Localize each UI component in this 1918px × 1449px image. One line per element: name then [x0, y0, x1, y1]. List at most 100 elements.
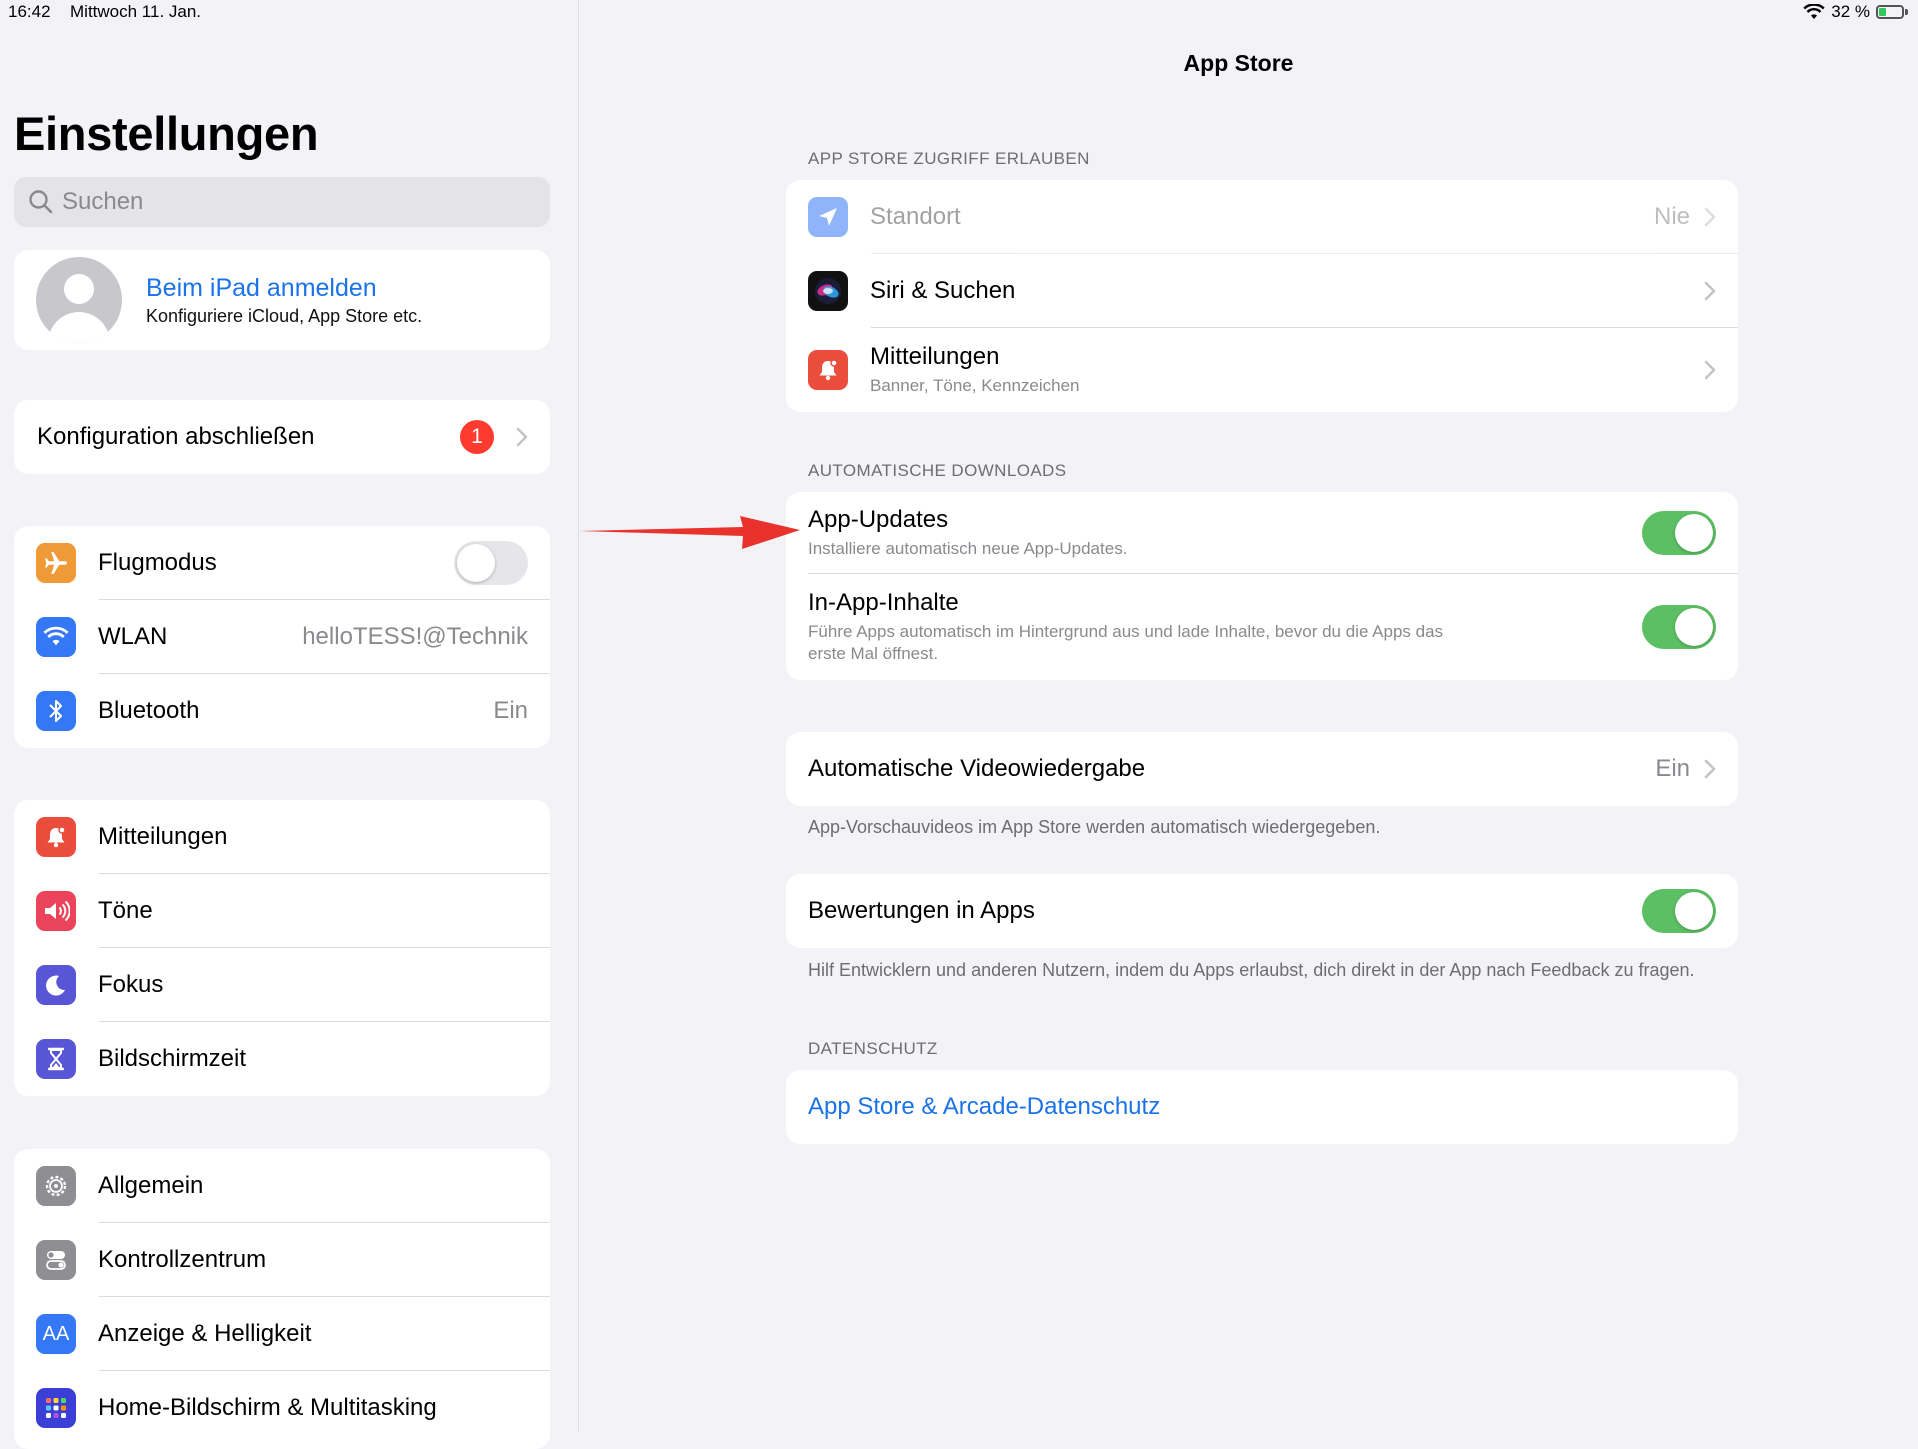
airplane-mode-toggle[interactable]: [454, 541, 528, 585]
mitteilungen-label: Mitteilungen: [870, 343, 1000, 370]
sidebar-item-label: WLAN: [98, 623, 168, 650]
sidebar-item-label: Fokus: [98, 971, 164, 998]
sidebar-item-mitteilungen[interactable]: Mitteilungen: [14, 800, 550, 874]
chevron-right-icon: [1704, 281, 1716, 301]
app-updates-subtitle: Installiere automatisch neue App-Updates…: [808, 539, 1128, 558]
notifications-group: Mitteilungen Töne Fokus Bildschirmzeit: [14, 800, 550, 1096]
sidebar-item-label: Bildschirmzeit: [98, 1045, 247, 1072]
chevron-right-icon: [516, 427, 528, 447]
sidebar-item-label: Bluetooth: [98, 697, 200, 724]
grid-icon: [36, 1388, 76, 1428]
status-time: 16:42: [8, 2, 51, 21]
battery-tip: [1905, 9, 1908, 15]
status-date: Mittwoch 11. Jan.: [70, 2, 202, 21]
profile-subtitle: Konfiguriere iCloud, App Store etc.: [146, 306, 423, 326]
chevron-right-icon: [1704, 207, 1716, 227]
switches-icon: [36, 1240, 76, 1280]
sidebar-item-label: Allgemein: [98, 1172, 204, 1199]
sidebar-item-label: Mitteilungen: [98, 823, 228, 850]
sidebar-item-fokus[interactable]: Fokus: [14, 948, 550, 1022]
hourglass-icon: [36, 1039, 76, 1079]
general-group: Allgemein Kontrollzentrum AA Anzeige & H…: [14, 1149, 550, 1449]
sidebar-item-kontrollzentrum[interactable]: Kontrollzentrum: [14, 1223, 550, 1297]
privacy-link[interactable]: App Store & Arcade-Datenschutz: [808, 1093, 1160, 1121]
in-app-content-toggle[interactable]: [1642, 605, 1716, 649]
sidebar-item-flugmodus[interactable]: Flugmodus: [14, 526, 550, 600]
detail-pane: App Store APP STORE ZUGRIFF ERLAUBEN Sta…: [579, 0, 1918, 1432]
siri-row[interactable]: Siri & Suchen: [786, 254, 1738, 328]
siri-icon: [808, 271, 848, 311]
finish-setup-row[interactable]: Konfiguration abschließen 1: [14, 400, 550, 474]
bluetooth-icon: [36, 691, 76, 731]
app-updates-toggle[interactable]: [1642, 511, 1716, 555]
video-footnote: App-Vorschauvideos im App Store werden a…: [808, 817, 1381, 837]
sidebar-item-toene[interactable]: Töne: [14, 874, 550, 948]
notification-badge: 1: [460, 420, 494, 454]
sidebar-item-label: Kontrollzentrum: [98, 1246, 267, 1273]
section-header-access: APP STORE ZUGRIFF ERLAUBEN: [808, 149, 1090, 168]
sidebar-item-allgemein[interactable]: Allgemein: [14, 1149, 550, 1223]
wlan-network-value: helloTESS!@Technik: [302, 623, 528, 650]
standort-label: Standort: [870, 203, 961, 230]
connectivity-group: Flugmodus WLAN helloTESS!@Technik Blueto…: [14, 526, 550, 748]
sidebar-item-label: Anzeige & Helligkeit: [98, 1320, 312, 1347]
standort-row[interactable]: Standort Nie: [786, 180, 1738, 254]
wifi-icon: [36, 617, 76, 657]
sidebar-item-home-bildschirm[interactable]: Home-Bildschirm & Multitasking: [14, 1371, 550, 1445]
annotation-arrow-icon: [580, 516, 800, 549]
ratings-group: Bewertungen in Apps: [786, 874, 1738, 948]
chevron-right-icon: [1704, 360, 1716, 380]
search-placeholder: Suchen: [62, 188, 144, 215]
privacy-row[interactable]: App Store & Arcade-Datenschutz: [786, 1070, 1738, 1144]
battery-percent: 32 %: [1831, 2, 1870, 21]
search-icon: [29, 190, 53, 214]
sidebar-item-wlan[interactable]: WLAN helloTESS!@Technik: [14, 600, 550, 674]
section-header-privacy: DATENSCHUTZ: [808, 1039, 938, 1058]
sidebar-item-label: Töne: [98, 897, 153, 924]
status-bar: 16:42 Mittwoch 11. Jan. 32 %: [0, 0, 1918, 24]
app-updates-row: App-Updates Installiere automatisch neue…: [786, 492, 1738, 574]
moon-icon: [36, 965, 76, 1005]
gear-icon: [36, 1166, 76, 1206]
notification-icon: [808, 350, 848, 390]
access-group: Standort Nie Siri & Suchen Mitteilungen …: [786, 180, 1738, 412]
autoplay-video-label: Automatische Videowiedergabe: [808, 755, 1146, 782]
airplane-icon: [36, 543, 76, 583]
in-app-content-label: In-App-Inhalte: [808, 589, 959, 616]
ratings-toggle[interactable]: [1642, 889, 1716, 933]
sidebar-item-label: Flugmodus: [98, 549, 217, 576]
search-field[interactable]: Suchen: [14, 177, 550, 227]
ratings-footnote: Hilf Entwicklern und anderen Nutzern, in…: [808, 960, 1695, 980]
bluetooth-value: Ein: [493, 697, 528, 724]
speaker-icon: [36, 891, 76, 931]
sidebar: Einstellungen Suchen Beim iPad anmelden …: [0, 0, 579, 1449]
notification-icon: [36, 817, 76, 857]
sidebar-item-bildschirmzeit[interactable]: Bildschirmzeit: [14, 1022, 550, 1096]
ratings-label: Bewertungen in Apps: [808, 897, 1035, 924]
siri-label: Siri & Suchen: [870, 277, 1016, 304]
wifi-status-icon: [1803, 4, 1825, 19]
ratings-row: Bewertungen in Apps: [786, 874, 1738, 948]
section-header-downloads: AUTOMATISCHE DOWNLOADS: [808, 461, 1067, 480]
avatar: [36, 257, 122, 343]
autoplay-video-value: Ein: [1655, 755, 1690, 782]
in-app-content-subtitle: Führe Apps automatisch im Hintergrund au…: [808, 622, 1444, 663]
mitteilungen-row[interactable]: Mitteilungen Banner, Töne, Kennzeichen: [786, 328, 1738, 412]
downloads-group: App-Updates Installiere automatisch neue…: [786, 492, 1738, 680]
sidebar-item-label: Home-Bildschirm & Multitasking: [98, 1394, 437, 1421]
apple-id-card[interactable]: Beim iPad anmelden Konfiguriere iCloud, …: [14, 250, 550, 350]
location-arrow-icon: [808, 197, 848, 237]
autoplay-video-row[interactable]: Automatische Videowiedergabe Ein: [786, 732, 1738, 806]
page-title: App Store: [1183, 50, 1294, 76]
sign-in-link[interactable]: Beim iPad anmelden: [146, 274, 377, 303]
video-group: Automatische Videowiedergabe Ein: [786, 732, 1738, 806]
app-updates-label: App-Updates: [808, 506, 949, 533]
finish-setup-label: Konfiguration abschließen: [37, 423, 315, 450]
aa-icon: AA: [36, 1314, 76, 1354]
status-right: 32 %: [1803, 2, 1908, 22]
sidebar-item-bluetooth[interactable]: Bluetooth Ein: [14, 674, 550, 748]
privacy-group: App Store & Arcade-Datenschutz: [786, 1070, 1738, 1144]
sidebar-item-anzeige[interactable]: AA Anzeige & Helligkeit: [14, 1297, 550, 1371]
mitteilungen-subtitle: Banner, Töne, Kennzeichen: [870, 376, 1080, 395]
battery-icon: [1876, 5, 1904, 19]
